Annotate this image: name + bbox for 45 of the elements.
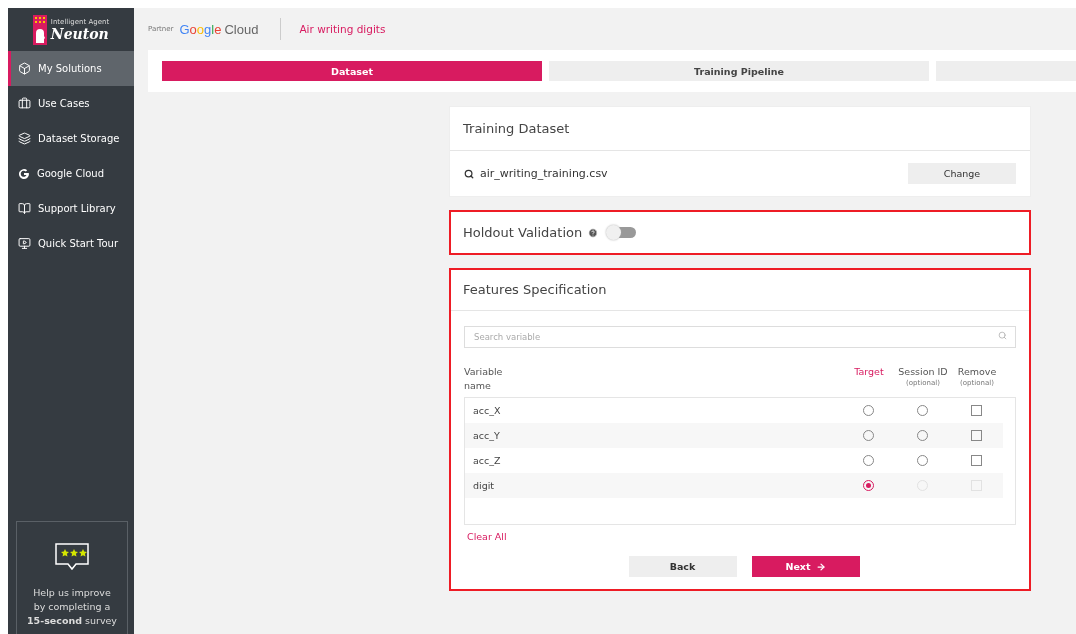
step-tab[interactable]: Dataset (162, 61, 542, 81)
next-button[interactable]: Next (751, 556, 860, 577)
change-button[interactable]: Change (908, 163, 1016, 184)
file-name: air_writing_training.csv (480, 167, 608, 180)
card-title: Training Dataset (462, 120, 571, 138)
partner-logo: Google Cloud (179, 21, 259, 37)
variable-name: acc_Z (472, 455, 502, 466)
sidebar-item[interactable]: My Solutions (8, 51, 134, 86)
remove-checkbox[interactable] (970, 455, 982, 466)
clear-all-link[interactable]: Clear All (467, 531, 507, 542)
remove-checkbox[interactable] (970, 430, 982, 441)
sidebar-item[interactable]: Support Library (8, 191, 134, 226)
search-field[interactable]: Search variable (464, 326, 1016, 348)
layers-icon (18, 132, 31, 145)
search-icon (998, 331, 1007, 340)
column-header: Target (854, 365, 884, 379)
survey-text: Help us improve by completing a 15-second survey (27, 586, 117, 628)
cube-icon (18, 62, 31, 75)
project-title: Air writing digits (299, 23, 386, 35)
sidebar-item[interactable]: Google Cloud (8, 156, 134, 191)
step-tab[interactable]: Training Pipeline (549, 61, 929, 81)
play-screen-icon (18, 237, 31, 250)
brand-name: Neuton (50, 25, 110, 42)
column-header: Session ID (898, 365, 948, 379)
back-button[interactable]: Back (628, 556, 737, 577)
variable-name: acc_Y (472, 430, 501, 441)
variable-name: digit (472, 480, 496, 491)
google-g-icon (18, 167, 30, 180)
remove-checkbox[interactable] (970, 405, 982, 416)
logo-icon (32, 14, 47, 45)
column-header: Variable name (464, 365, 504, 393)
sidebar-item[interactable]: Quick Start Tour (8, 226, 134, 261)
sidebar-item[interactable]: Use Cases (8, 86, 134, 121)
variable-name: acc_X (472, 405, 502, 416)
sidebar-item[interactable]: Dataset Storage (8, 121, 134, 156)
holdout-toggle[interactable] (608, 227, 637, 238)
search-icon (464, 168, 474, 179)
card-title: Holdout Validation (463, 225, 583, 240)
arrow-right-icon (815, 561, 826, 572)
help-icon[interactable] (588, 227, 599, 238)
briefcase-icon (18, 97, 31, 110)
book-icon (18, 202, 31, 215)
card-title: Features Specification (462, 281, 608, 299)
column-header: Remove (957, 365, 997, 379)
survey-card[interactable]: Help us improve by completing a 15-second survey (16, 521, 128, 634)
